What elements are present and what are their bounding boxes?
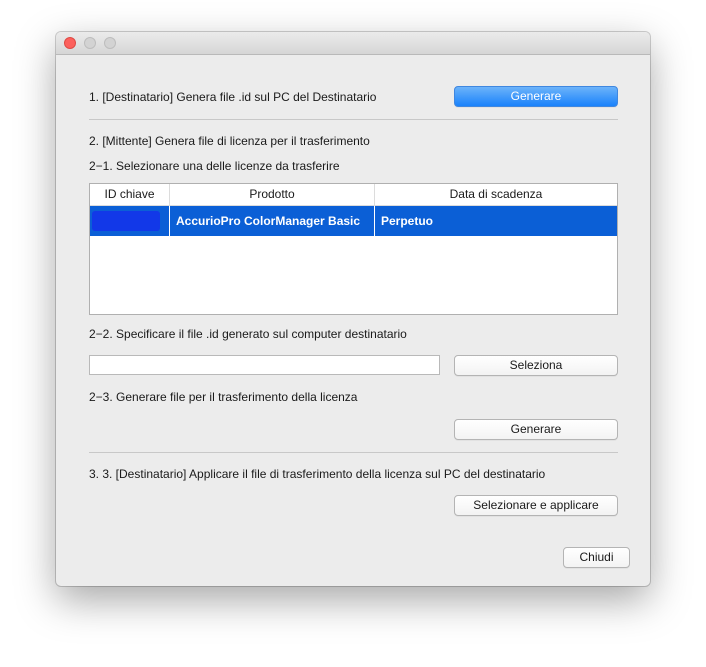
- step2-2-label: 2−2. Specificare il file .id generato su…: [89, 327, 407, 341]
- license-table: ID chiave Prodotto Data di scadenza Accu…: [89, 183, 618, 315]
- cell-expiry: Perpetuo: [381, 214, 434, 228]
- select-and-apply-button[interactable]: Selezionare e applicare: [454, 495, 618, 516]
- generate-id-button[interactable]: Generare: [454, 86, 618, 107]
- table-row[interactable]: AccurioPro ColorManager Basic Perpetuo: [90, 206, 617, 236]
- divider: [89, 119, 618, 120]
- title-bar: [56, 32, 650, 55]
- generate-transfer-file-button[interactable]: Generare: [454, 419, 618, 440]
- column-header-product[interactable]: Prodotto: [170, 184, 375, 205]
- step3-label: 3. 3. [Destinatario] Applicare il file d…: [89, 467, 546, 481]
- close-button[interactable]: Chiudi: [563, 547, 630, 568]
- id-file-path-input[interactable]: [89, 355, 440, 375]
- divider: [89, 452, 618, 453]
- cell-product: AccurioPro ColorManager Basic: [170, 206, 375, 236]
- step2-3-label: 2−3. Generare file per il trasferimento …: [89, 390, 358, 404]
- step1-label: 1. [Destinatario] Genera file .id sul PC…: [89, 90, 377, 104]
- column-header-id[interactable]: ID chiave: [90, 184, 170, 205]
- cell-key-id: [90, 206, 170, 236]
- select-file-button[interactable]: Seleziona: [454, 355, 618, 376]
- window-zoom-icon[interactable]: [104, 37, 116, 49]
- table-header: ID chiave Prodotto Data di scadenza: [90, 184, 617, 206]
- step2-1-label: 2−1. Selezionare una delle licenze da tr…: [89, 159, 340, 173]
- license-transfer-dialog: 1. [Destinatario] Genera file .id sul PC…: [56, 32, 650, 586]
- column-header-expiry[interactable]: Data di scadenza: [375, 184, 617, 205]
- window-minimize-icon[interactable]: [84, 37, 96, 49]
- step2-label: 2. [Mittente] Genera file di licenza per…: [89, 134, 370, 148]
- window-close-icon[interactable]: [64, 37, 76, 49]
- redacted-key-id: [92, 211, 160, 231]
